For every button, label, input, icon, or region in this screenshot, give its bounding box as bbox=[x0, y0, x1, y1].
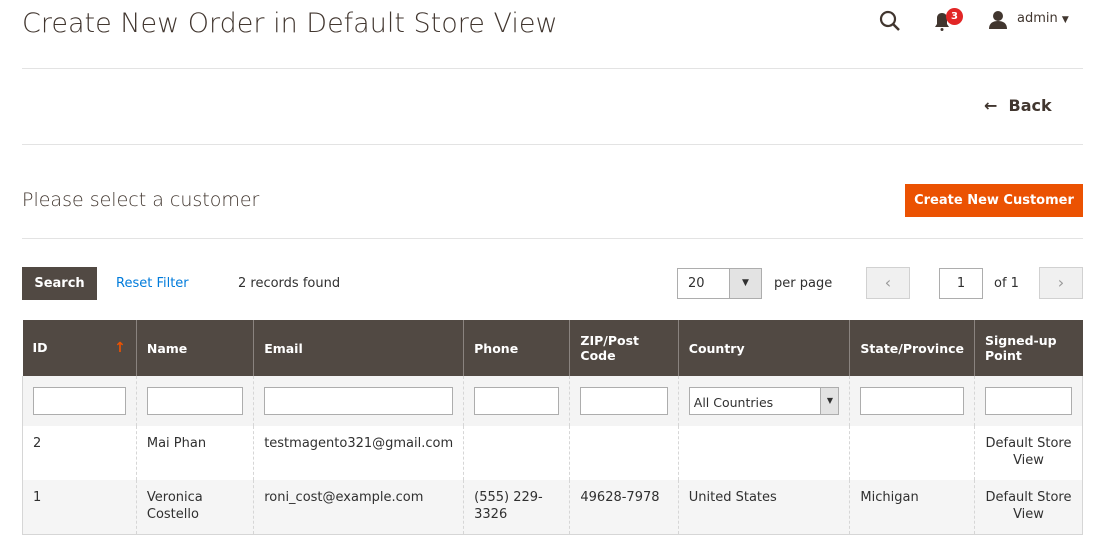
customer-grid: ID ↑ Name Email Phone ZIP/Post Code Count… bbox=[22, 320, 1083, 535]
back-label: Back bbox=[1008, 96, 1052, 115]
records-count: 2 records found bbox=[238, 276, 341, 291]
cell-email: roni_cost@example.com bbox=[253, 480, 464, 535]
filter-country-select[interactable]: All Countries ▼ bbox=[688, 387, 840, 415]
column-country[interactable]: Country bbox=[677, 320, 850, 376]
column-phone[interactable]: Phone bbox=[463, 320, 570, 376]
per-page-select[interactable]: 20 ▼ bbox=[677, 268, 762, 299]
chevron-down-icon: ▼ bbox=[729, 269, 761, 298]
filter-name[interactable] bbox=[146, 387, 244, 415]
per-page-label: per page bbox=[774, 276, 833, 291]
column-email[interactable]: Email bbox=[253, 320, 464, 376]
notification-badge[interactable]: 3 bbox=[946, 8, 963, 25]
admin-user-menu[interactable]: admin ▼ bbox=[1017, 11, 1069, 26]
filter-id[interactable] bbox=[33, 387, 126, 415]
page-input[interactable]: 1 bbox=[939, 268, 983, 299]
divider bbox=[22, 68, 1083, 69]
filter-row: All Countries ▼ bbox=[22, 376, 1083, 426]
column-id[interactable]: ID ↑ bbox=[22, 320, 137, 376]
divider bbox=[22, 238, 1083, 239]
filter-state[interactable] bbox=[860, 387, 964, 415]
cell-country bbox=[677, 426, 850, 480]
user-icon[interactable] bbox=[988, 10, 1008, 30]
search-icon[interactable] bbox=[879, 10, 901, 32]
filter-signed-up-point[interactable] bbox=[985, 387, 1072, 415]
cell-phone: (555) 229-3326 bbox=[463, 480, 570, 535]
caret-down-icon: ▼ bbox=[1061, 15, 1069, 25]
sort-arrow-up-icon: ↑ bbox=[114, 340, 126, 356]
page-title: Create New Order in Default Store View bbox=[22, 8, 558, 39]
search-button[interactable]: Search bbox=[22, 267, 97, 300]
filter-email[interactable] bbox=[264, 387, 454, 415]
filter-phone[interactable] bbox=[474, 387, 560, 415]
create-new-customer-button[interactable]: Create New Customer bbox=[905, 184, 1083, 217]
arrow-left-icon: ← bbox=[984, 96, 998, 115]
cell-country: United States bbox=[677, 480, 850, 535]
divider bbox=[22, 144, 1083, 145]
chevron-down-icon: ▼ bbox=[820, 388, 839, 414]
column-name[interactable]: Name bbox=[135, 320, 254, 376]
cell-zip: 49628-7978 bbox=[569, 480, 679, 535]
filter-zip[interactable] bbox=[580, 387, 668, 415]
section-title: Please select a customer bbox=[22, 189, 260, 211]
cell-signed-up-point: Default Store View bbox=[974, 480, 1083, 535]
cell-name: Veronica Costello bbox=[135, 480, 254, 535]
header-row: ID ↑ Name Email Phone ZIP/Post Code Count… bbox=[22, 320, 1083, 376]
per-page-value: 20 bbox=[688, 276, 705, 291]
next-page-button[interactable]: › bbox=[1039, 267, 1083, 299]
country-filter-value: All Countries bbox=[693, 395, 774, 410]
cell-state: Michigan bbox=[849, 480, 975, 535]
reset-filter-link[interactable]: Reset Filter bbox=[116, 276, 189, 291]
cell-state bbox=[849, 426, 975, 480]
column-signed-up-point[interactable]: Signed-up Point bbox=[974, 320, 1083, 376]
back-button[interactable]: ← Back bbox=[984, 96, 1052, 115]
previous-page-button[interactable]: ‹ bbox=[866, 267, 910, 299]
page-total: of 1 bbox=[994, 276, 1019, 291]
cell-zip bbox=[569, 426, 679, 480]
cell-email: testmagento321@gmail.com bbox=[253, 426, 464, 480]
table-row[interactable]: 2 Mai Phan testmagento321@gmail.com Defa… bbox=[22, 426, 1083, 480]
username: admin bbox=[1017, 11, 1058, 26]
cell-phone bbox=[463, 426, 570, 480]
column-state[interactable]: State/Province bbox=[849, 320, 975, 376]
cell-name: Mai Phan bbox=[135, 426, 254, 480]
cell-signed-up-point: Default Store View bbox=[974, 426, 1083, 480]
cell-id: 2 bbox=[22, 426, 137, 480]
cell-id: 1 bbox=[22, 480, 137, 535]
column-zip[interactable]: ZIP/Post Code bbox=[569, 320, 679, 376]
table-row[interactable]: 1 Veronica Costello roni_cost@example.co… bbox=[22, 480, 1083, 535]
